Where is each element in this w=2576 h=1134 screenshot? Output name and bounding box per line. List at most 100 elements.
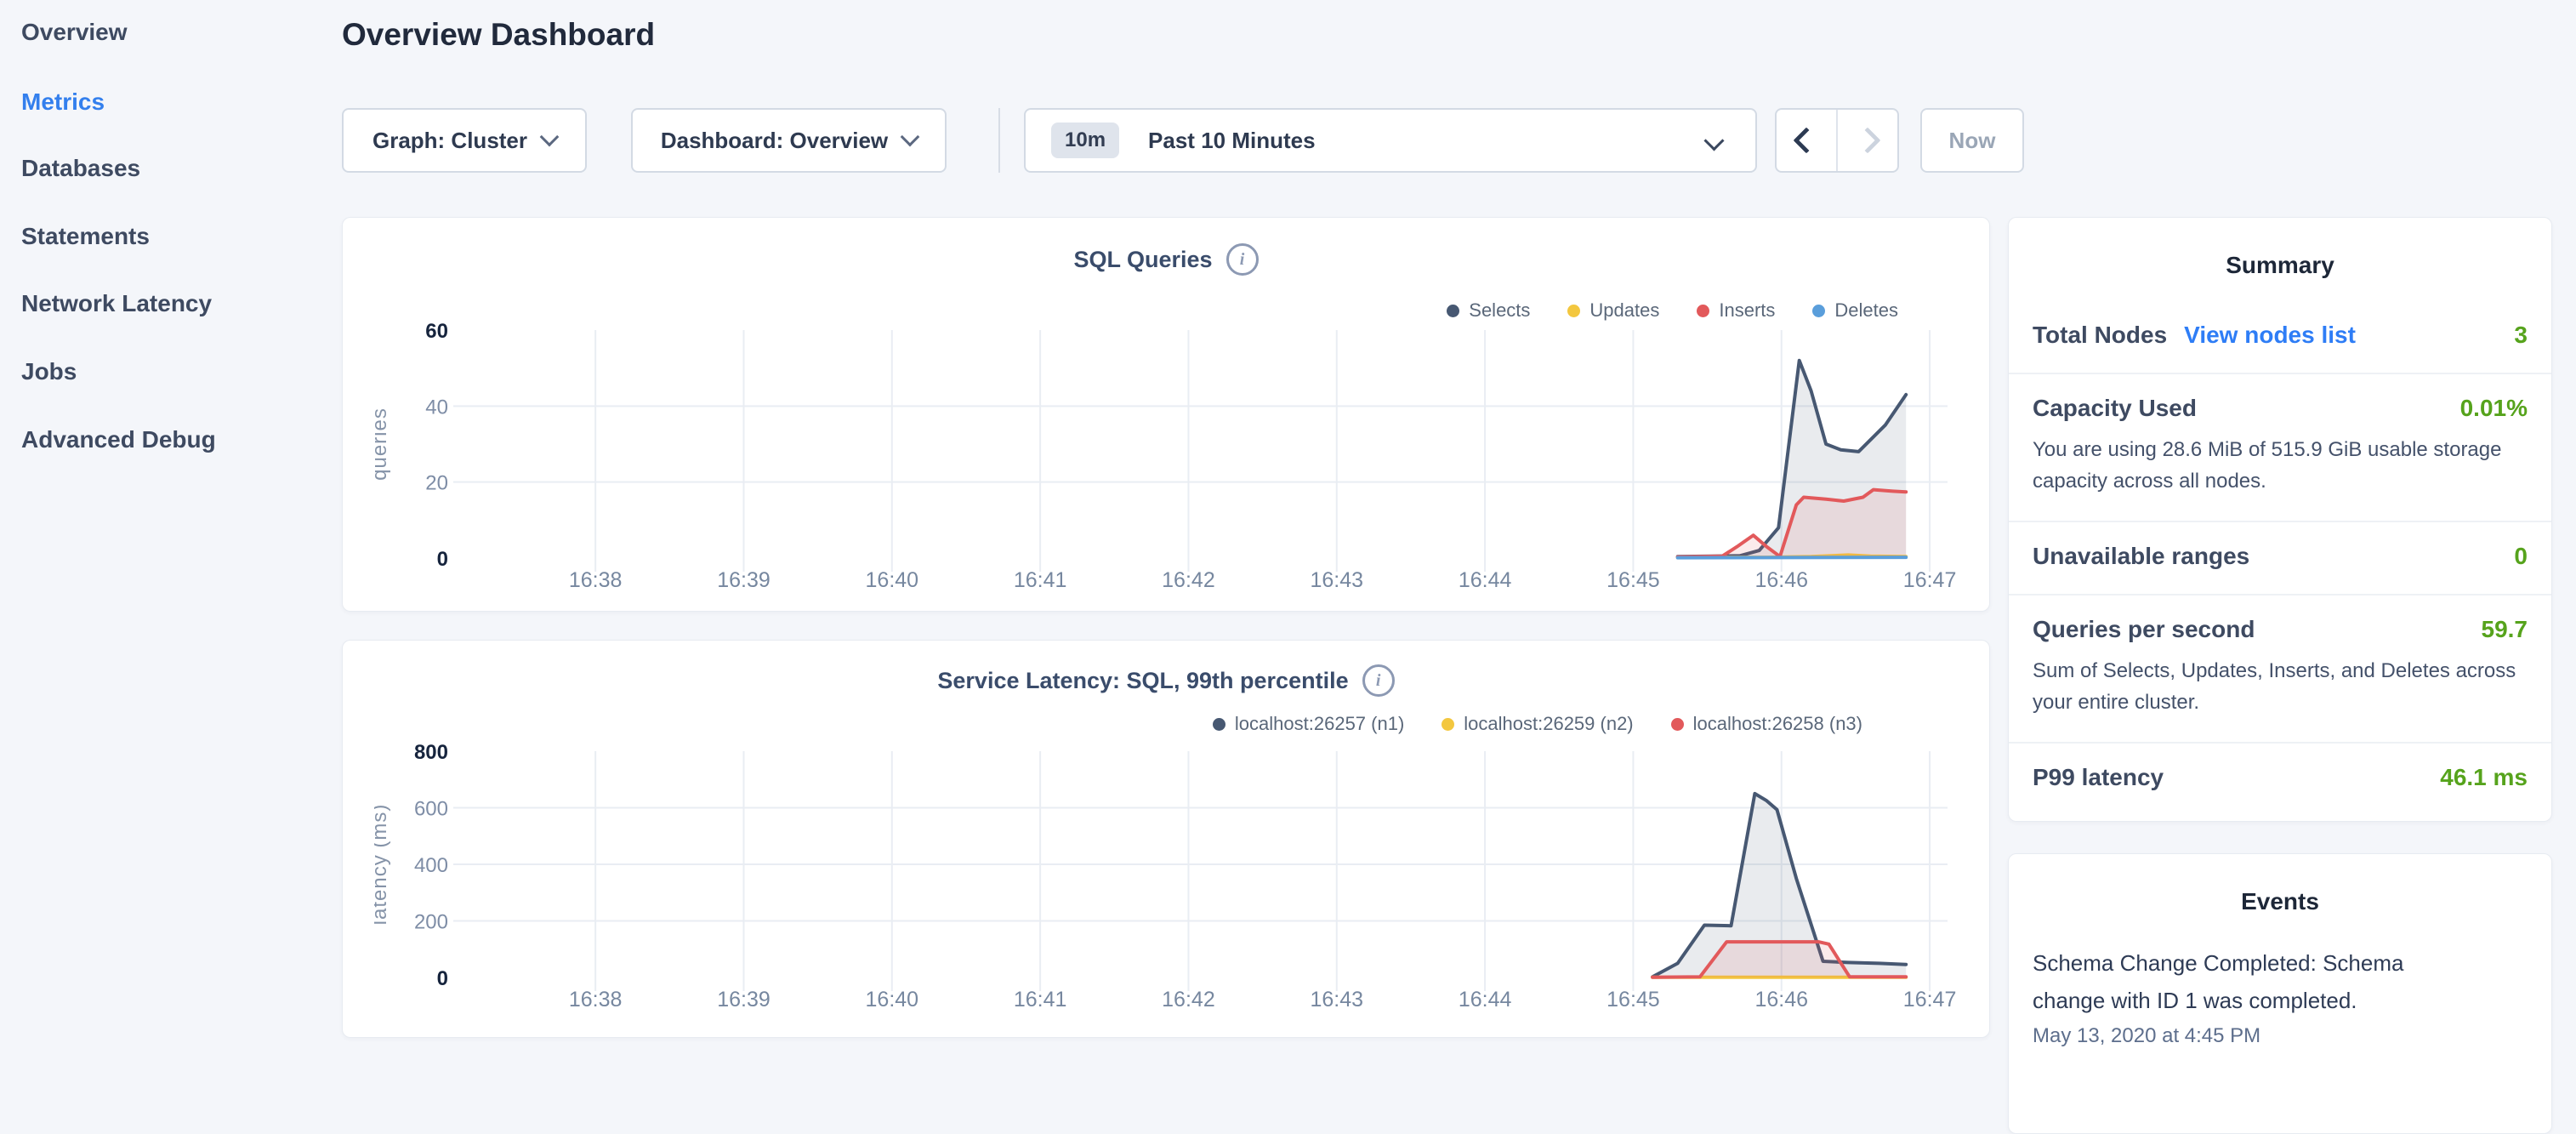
info-icon[interactable]: i	[1226, 243, 1259, 276]
next-time-button[interactable]	[1836, 110, 1897, 171]
series-line-Deletes	[1678, 557, 1907, 558]
legend-item-Inserts[interactable]: Inserts	[1697, 299, 1775, 322]
legend-item-localhost:26258 (n3)[interactable]: localhost:26258 (n3)	[1671, 713, 1862, 735]
queries-per-second-description: Sum of Selects, Updates, Inserts, and De…	[2033, 655, 2528, 718]
legend-label: Deletes	[1834, 299, 1898, 322]
events-title: Events	[2009, 854, 2551, 915]
sidebar-item-jobs[interactable]: Jobs	[21, 355, 77, 389]
service-latency-chart-plot[interactable]: 16:38 16:39 16:40 16:41 16:42 16:43 16:44 16:45…	[374, 743, 1973, 1033]
summary-row-queries-per-second: Queries per second 59.7 Sum of Selects, …	[2009, 595, 2551, 744]
legend-dot-icon	[1812, 305, 1825, 317]
x-axis-tick-label: 16:44	[1459, 568, 1512, 592]
y-axis-tick-label: 400	[414, 854, 448, 877]
sidebar-item-network-latency[interactable]: Network Latency	[21, 287, 212, 321]
x-axis-tick-label: 16:43	[1310, 568, 1363, 592]
x-axis-tick-label: 16:43	[1310, 988, 1363, 1011]
x-axis-tick-label: 16:42	[1162, 988, 1215, 1011]
legend-dot-icon	[1671, 718, 1684, 731]
x-axis-tick-label: 16:41	[1014, 568, 1067, 592]
chevron-left-icon	[1793, 127, 1819, 153]
sql-queries-chart-header: SQL Queries i	[342, 243, 1990, 276]
x-axis-tick-label: 16:39	[717, 568, 771, 592]
x-axis-tick-label: 16:40	[866, 988, 919, 1011]
legend-dot-icon	[1442, 718, 1454, 731]
capacity-used-value: 0.01%	[2460, 395, 2528, 422]
chart-svg: 16:3816:3916:4016:4116:4216:4316:4416:45…	[374, 322, 1973, 607]
legend-label: localhost:26258 (n3)	[1693, 713, 1862, 735]
time-range-label: Past 10 Minutes	[1148, 128, 1316, 154]
legend-dot-icon	[1447, 305, 1459, 317]
sql-queries-chart-plot[interactable]: 16:3816:3916:4016:4116:4216:4316:4416:45…	[374, 322, 1973, 612]
service-latency-legend: localhost:26257 (n1) localhost:26259 (n2)…	[1213, 713, 1862, 735]
page-title: Overview Dashboard	[342, 17, 655, 53]
time-range-selector[interactable]: 10m Past 10 Minutes	[1024, 108, 1757, 173]
chart-svg: 16:38 16:39 16:40 16:41 16:42 16:43 16:44 16:45…	[374, 743, 1973, 1029]
sidebar-item-overview[interactable]: Overview	[21, 15, 128, 49]
dashboard-dropdown[interactable]: Dashboard: Overview	[631, 108, 947, 173]
chevron-down-icon	[540, 128, 560, 147]
view-nodes-list-link[interactable]: View nodes list	[2184, 322, 2356, 349]
summary-row-unavailable-ranges: Unavailable ranges 0	[2009, 522, 2551, 595]
y-axis-tick-label: 200	[414, 911, 448, 934]
y-axis-tick-label: 800	[414, 743, 448, 764]
x-axis-tick-label: 16:47	[1903, 568, 1957, 592]
now-button[interactable]: Now	[1920, 108, 2024, 173]
y-axis-tick-label: 40	[425, 396, 448, 419]
y-axis-title: queries	[374, 407, 391, 481]
y-axis-tick-label: 0	[437, 548, 448, 571]
p99-latency-value: 46.1 ms	[2440, 764, 2528, 791]
y-axis-tick-label: 0	[437, 967, 448, 990]
summary-row-total-nodes: Total Nodes View nodes list 3	[2009, 301, 2551, 374]
x-axis-tick-label: 16:47	[1903, 988, 1957, 1011]
sidebar-item-advanced-debug[interactable]: Advanced Debug	[21, 423, 216, 457]
service-latency-chart-header: Service Latency: SQL, 99th percentile i	[342, 664, 1990, 697]
sidebar-item-statements[interactable]: Statements	[21, 219, 150, 254]
unavailable-ranges-label: Unavailable ranges	[2033, 543, 2249, 570]
legend-item-localhost:26259 (n2)[interactable]: localhost:26259 (n2)	[1442, 713, 1633, 735]
y-axis-tick-label: 600	[414, 798, 448, 821]
previous-time-button[interactable]	[1777, 110, 1836, 171]
event-list-item[interactable]: Schema Change Completed: Schema change w…	[2009, 944, 2551, 1048]
legend-item-Updates[interactable]: Updates	[1567, 299, 1659, 322]
x-axis-tick-label: 16:44	[1459, 988, 1512, 1011]
x-axis-tick-label: 16:40	[866, 568, 919, 592]
y-axis-tick-label: 60	[425, 322, 448, 343]
total-nodes-value: 3	[2514, 322, 2528, 349]
queries-per-second-value: 59.7	[2482, 616, 2528, 643]
legend-item-localhost:26257 (n1)[interactable]: localhost:26257 (n1)	[1213, 713, 1404, 735]
legend-label: Updates	[1589, 299, 1659, 322]
capacity-used-label: Capacity Used	[2033, 395, 2197, 422]
summary-panel: Summary Total Nodes View nodes list 3 Ca…	[2008, 217, 2552, 822]
y-axis-tick-label: 20	[425, 472, 448, 495]
legend-dot-icon	[1697, 305, 1709, 317]
legend-item-Deletes[interactable]: Deletes	[1812, 299, 1898, 322]
header-divider	[998, 108, 1000, 173]
legend-label: localhost:26257 (n1)	[1235, 713, 1404, 735]
service-latency-chart-title: Service Latency: SQL, 99th percentile	[937, 668, 1348, 694]
x-axis-tick-label: 16:38	[569, 988, 623, 1011]
chevron-down-icon	[1703, 130, 1724, 151]
capacity-used-description: You are using 28.6 MiB of 515.9 GiB usab…	[2033, 434, 2528, 497]
x-axis-tick-label: 16:41	[1014, 988, 1067, 1011]
unavailable-ranges-value: 0	[2514, 543, 2528, 570]
sidebar-item-metrics[interactable]: Metrics	[21, 85, 105, 119]
total-nodes-label: Total Nodes	[2033, 322, 2167, 349]
sidebar: Overview Metrics Databases Statements Ne…	[0, 0, 342, 1051]
events-panel: Events Schema Change Completed: Schema c…	[2008, 853, 2552, 1134]
legend-item-Selects[interactable]: Selects	[1447, 299, 1530, 322]
x-axis-tick-label: 16:39	[717, 988, 771, 1011]
legend-dot-icon	[1567, 305, 1580, 317]
x-axis-tick-label: 16:45	[1606, 988, 1660, 1011]
legend-dot-icon	[1213, 718, 1225, 731]
summary-row-p99-latency: P99 latency 46.1 ms	[2009, 744, 2551, 815]
legend-label: Selects	[1469, 299, 1530, 322]
summary-title: Summary	[2009, 218, 2551, 279]
graph-dropdown-label: Graph: Cluster	[372, 128, 527, 154]
queries-per-second-label: Queries per second	[2033, 616, 2255, 643]
event-text: Schema Change Completed: Schema change w…	[2033, 944, 2432, 1019]
sql-queries-chart-title: SQL Queries	[1073, 247, 1212, 273]
info-icon[interactable]: i	[1362, 664, 1395, 697]
sidebar-item-databases[interactable]: Databases	[21, 151, 140, 185]
event-timestamp: May 13, 2020 at 4:45 PM	[2033, 1024, 2528, 1048]
graph-dropdown[interactable]: Graph: Cluster	[342, 108, 587, 173]
